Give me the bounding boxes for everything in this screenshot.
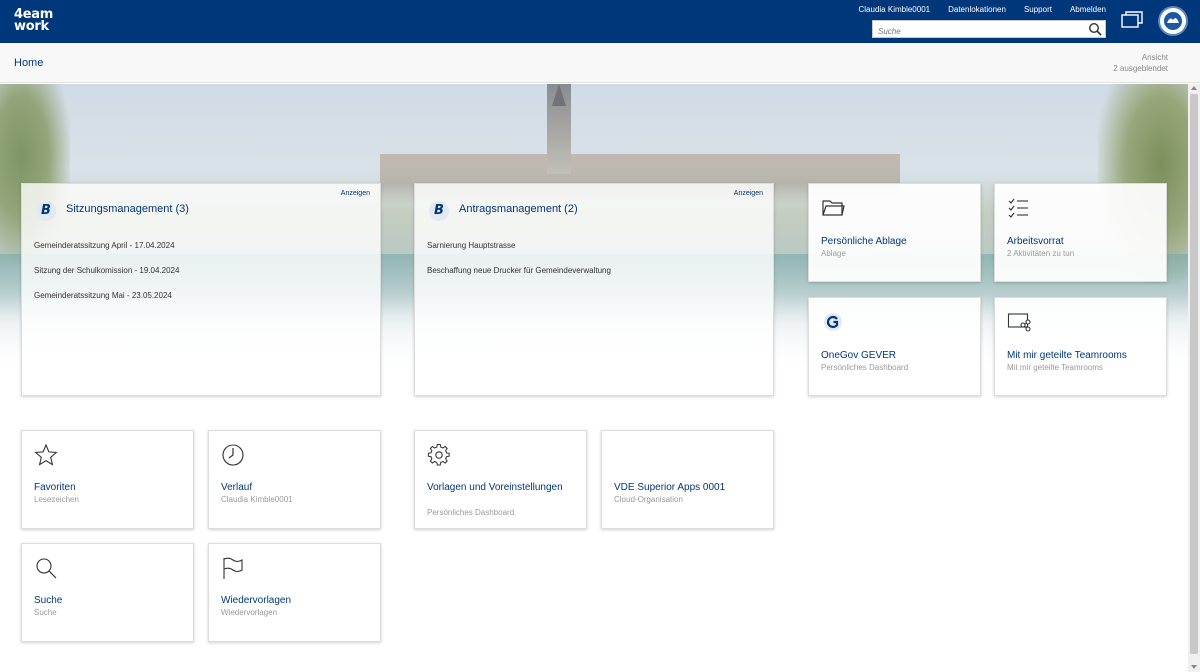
tile-subtitle: Cloud-Organisation [614, 495, 683, 504]
list-item[interactable]: Gemeinderatssitzung April - 17.04.2024 [34, 241, 179, 266]
tile-subtitle: Mit mir geteilte Teamrooms [1007, 363, 1103, 372]
windows-icon[interactable] [1121, 11, 1143, 29]
scroll-down-arrow[interactable] [1191, 665, 1197, 669]
sitzungsmanagement-widget[interactable]: Anzeigen B Sitzungsmanagement (3) Gemein… [21, 183, 381, 396]
breadcrumb: Home Ansicht 2 ausgeblendet [0, 43, 1200, 83]
app-logo[interactable]: 4eam work [14, 8, 53, 34]
list-item[interactable]: Sitzung der Schulkomission - 19.04.2024 [34, 266, 179, 291]
list-item[interactable]: Gemeinderatssitzung Mai - 23.05.2024 [34, 291, 179, 316]
tile-suche[interactable]: Suche Suche [21, 543, 194, 642]
logout-link[interactable]: Abmelden [1070, 5, 1106, 14]
tile-title: OneGov GEVER [821, 350, 897, 361]
scroll-up-arrow[interactable] [1191, 86, 1197, 90]
tile-title: Mit mir geteilte Teamrooms [1007, 350, 1127, 361]
tile-arbeitsvorrat[interactable]: Arbeitsvorrat 2 Aktivitäten zu tun [994, 183, 1167, 282]
hidden-count: 2 ausgeblendet [1113, 64, 1168, 73]
search-box [872, 20, 1106, 40]
user-name-link[interactable]: Claudia Kimble0001 [859, 5, 931, 14]
list-item[interactable]: Sarnierung Hauptstrasse [427, 241, 611, 266]
logo-line-2: work [14, 19, 49, 34]
view-settings[interactable]: Ansicht 2 ausgeblendet [1113, 52, 1168, 74]
flag-icon [223, 557, 243, 579]
top-links: Claudia Kimble0001 Datenlokationen Suppo… [859, 5, 1107, 14]
tile-subtitle: Claudia Kimble0001 [221, 495, 293, 504]
tile-verlauf[interactable]: Verlauf Claudia Kimble0001 [208, 430, 381, 529]
search-input[interactable] [873, 23, 1083, 40]
tile-subtitle: 2 Aktivitäten zu tun [1007, 249, 1075, 258]
widget-title[interactable]: Sitzungsmanagement (3) [66, 203, 189, 215]
share-icon [1007, 313, 1031, 332]
tile-title: Vorlagen und Voreinstellungen [427, 482, 563, 493]
sitzung-list: Gemeinderatssitzung April - 17.04.2024 S… [34, 241, 179, 316]
antrag-app-icon: B [429, 201, 449, 221]
tile-title: Arbeitsvorrat [1007, 236, 1064, 247]
tile-subtitle: Suche [34, 608, 57, 617]
top-bar: 4eam work Claudia Kimble0001 Datenlokati… [0, 0, 1200, 43]
widget-title[interactable]: Antragsmanagement (2) [459, 203, 578, 215]
tile-subtitle: Wiedervorlagen [221, 608, 278, 617]
search-icon[interactable] [1088, 22, 1102, 36]
checklist-icon [1008, 198, 1028, 218]
page-scrollbar[interactable] [1188, 84, 1200, 672]
list-item[interactable]: Beschaffung neue Drucker für Gemeindever… [427, 266, 611, 291]
search-icon [36, 558, 57, 579]
tile-title: Favoriten [34, 482, 76, 493]
clock-icon [222, 444, 244, 466]
tile-title: Suche [34, 595, 63, 606]
tile-vde-superior-apps[interactable]: VDE Superior Apps 0001 Cloud-Organisatio… [601, 430, 774, 529]
tile-title: Verlauf [221, 482, 253, 493]
datenlokationen-link[interactable]: Datenlokationen [948, 5, 1006, 14]
tile-wiedervorlagen[interactable]: Wiedervorlagen Wiedervorlagen [208, 543, 381, 642]
show-link[interactable]: Anzeigen [341, 190, 370, 197]
onegov-icon [824, 313, 842, 331]
tile-onegov-gever[interactable]: OneGov GEVER Persönliches Dashboard [808, 297, 981, 396]
scroll-thumb[interactable] [1190, 94, 1198, 654]
antragsmanagement-widget[interactable]: Anzeigen B Antragsmanagement (2) Sarnier… [414, 183, 774, 396]
tile-subtitle: Persönliches Dashboard [427, 508, 515, 517]
breadcrumb-home[interactable]: Home [14, 57, 43, 69]
antrag-list: Sarnierung Hauptstrasse Beschaffung neue… [427, 241, 611, 291]
tile-persoenliche-ablage[interactable]: Persönliche Ablage Ablage [808, 183, 981, 282]
view-label: Ansicht [1141, 53, 1168, 62]
tile-shared-teamrooms[interactable]: Mit mir geteilte Teamrooms Mit mir getei… [994, 297, 1167, 396]
tile-subtitle: Ablage [821, 249, 846, 258]
tile-title: Wiedervorlagen [221, 595, 292, 606]
show-link[interactable]: Anzeigen [734, 190, 763, 197]
gear-icon [427, 443, 450, 466]
app-switcher-icon[interactable] [1158, 6, 1188, 36]
star-icon [34, 443, 58, 466]
tile-title: VDE Superior Apps 0001 [614, 482, 726, 493]
tile-favoriten[interactable]: Favoriten Lesezeichen [21, 430, 194, 529]
tile-vorlagen[interactable]: Vorlagen und Voreinstellungen Persönlich… [414, 430, 587, 529]
tile-subtitle: Lesezeichen [34, 495, 79, 504]
tile-title: Persönliche Ablage [821, 236, 907, 247]
sitzung-app-icon: B [36, 201, 56, 221]
support-link[interactable]: Support [1024, 5, 1052, 14]
folder-icon [822, 200, 845, 216]
tile-subtitle: Persönliches Dashboard [821, 363, 909, 372]
